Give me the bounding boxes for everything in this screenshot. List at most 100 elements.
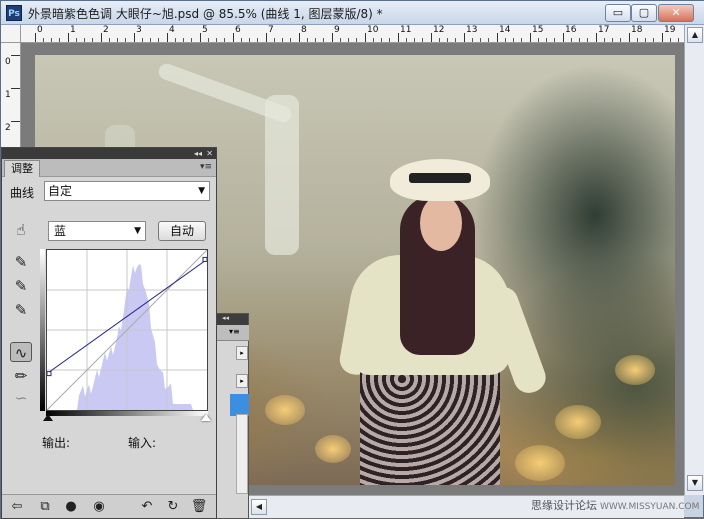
preset-value: 自定 <box>48 184 73 198</box>
channel-dropdown[interactable]: 蓝 ▼ <box>48 221 146 241</box>
layer-option-arrow-icon[interactable]: ▸ <box>236 374 248 388</box>
curve-point-tool-icon[interactable]: ∿ <box>10 342 32 362</box>
document-window: Ps 外景暗紫色色调 大眼仔~旭.psd @ 85.5% (曲线 1, 图层蒙版… <box>0 0 704 519</box>
minimize-button[interactable]: ▭ <box>605 4 631 22</box>
input-label: 输入: <box>128 436 157 450</box>
black-point-eyedropper-icon[interactable]: ✎ <box>10 252 32 272</box>
adjustments-panel[interactable]: ◂◂ ✕ 调整 ▾≡ 曲线 自定 ▼ ☝ ✎ ✎ ✎ ∿ ✏ ∽ 蓝 ▼ 自动 <box>1 147 217 519</box>
white-point-slider[interactable] <box>201 414 211 421</box>
layers-panel-header[interactable]: ◂◂ <box>214 314 248 325</box>
layer-option-arrow-icon[interactable]: ▸ <box>236 346 248 360</box>
flower <box>265 395 305 425</box>
chevron-down-icon: ▼ <box>198 186 205 196</box>
back-arrow-icon[interactable]: ⇦ <box>8 498 26 516</box>
delete-trash-icon[interactable]: 🗑 <box>190 498 208 516</box>
close-button[interactable]: ✕ <box>658 4 694 22</box>
curves-graph-svg[interactable] <box>46 249 208 411</box>
scroll-left-icon[interactable]: ◀ <box>251 499 267 515</box>
collapse-icon[interactable]: ◂◂ <box>222 314 229 322</box>
ruler-label: 3 <box>136 25 142 35</box>
ruler-label: 14 <box>499 25 511 35</box>
adjustments-panel-header[interactable]: ◂◂ ✕ <box>2 148 216 159</box>
gray-point-eyedropper-icon[interactable]: ✎ <box>10 276 32 296</box>
hat-band <box>409 173 471 183</box>
scroll-up-icon[interactable]: ▲ <box>687 27 703 43</box>
ruler-tick <box>200 33 201 42</box>
expand-view-icon[interactable]: ⧉ <box>36 498 54 516</box>
on-image-adjust-hand-icon[interactable]: ☝ <box>10 220 32 240</box>
curve-point[interactable] <box>46 371 52 377</box>
black-point-slider[interactable] <box>43 414 53 421</box>
ruler-label: 12 <box>433 25 445 35</box>
ruler-label: 11 <box>400 25 412 35</box>
smooth-curve-icon[interactable]: ∽ <box>10 388 32 408</box>
watermark-text: 思缘设计论坛 <box>531 499 597 512</box>
adjustments-tabbar: 调整 ▾≡ <box>2 159 216 177</box>
layers-panel[interactable]: ◂◂ ▾≡ ▸ ▸ <box>213 313 249 519</box>
flower <box>555 405 601 439</box>
ruler-label: 2 <box>103 25 109 35</box>
person-face <box>420 195 462 251</box>
preset-dropdown[interactable]: 自定 ▼ <box>44 181 210 201</box>
ruler-tick <box>266 33 267 42</box>
panel-menu-icon[interactable]: ▾≡ <box>200 162 212 172</box>
restore-button[interactable]: ▢ <box>631 4 657 22</box>
ruler-label: 13 <box>466 25 478 35</box>
white-point-eyedropper-icon[interactable]: ✎ <box>10 300 32 320</box>
layers-scrollbar[interactable] <box>236 414 248 494</box>
ruler-origin[interactable] <box>1 25 21 43</box>
ruler-label: 1 <box>5 90 11 100</box>
previous-state-icon[interactable]: ↶ <box>138 498 156 516</box>
ruler-tick <box>233 33 234 42</box>
ruler-tick <box>431 33 432 42</box>
ruler-label: 4 <box>169 25 175 35</box>
flower <box>315 435 351 463</box>
visibility-eye-icon[interactable]: ◉ <box>90 498 108 516</box>
tab-adjustments[interactable]: 调整 <box>4 160 40 177</box>
curve-point[interactable] <box>202 256 208 262</box>
ruler-label: 19 <box>664 25 676 35</box>
channel-value: 蓝 <box>54 224 67 238</box>
layers-panel-tabbar: ▾≡ <box>214 325 249 341</box>
ruler-tick <box>332 33 333 42</box>
ruler-tick <box>563 33 564 42</box>
ruler-label: 7 <box>268 25 274 35</box>
output-label: 输出: <box>42 436 71 450</box>
close-icon[interactable]: ✕ <box>206 148 213 159</box>
flower <box>515 445 565 481</box>
ruler-tick <box>35 33 36 42</box>
ruler-label: 15 <box>532 25 544 35</box>
title-bar[interactable]: Ps 外景暗紫色色调 大眼仔~旭.psd @ 85.5% (曲线 1, 图层蒙版… <box>1 1 704 25</box>
curves-graph[interactable] <box>46 249 208 411</box>
ruler-tick <box>11 121 20 122</box>
ruler-label: 2 <box>5 123 11 133</box>
ruler-label: 0 <box>37 25 43 35</box>
photoshop-logo-icon: Ps <box>6 5 22 21</box>
ruler-tick <box>662 33 663 42</box>
selected-layer-row[interactable] <box>230 394 249 416</box>
ruler-label: 10 <box>367 25 379 35</box>
vertical-scrollbar[interactable]: ▲ ▼ <box>684 25 704 495</box>
ruler-tick <box>629 33 630 42</box>
scroll-down-icon[interactable]: ▼ <box>687 475 703 491</box>
ruler-label: 6 <box>235 25 241 35</box>
ruler-tick <box>299 33 300 42</box>
collapse-icon[interactable]: ◂◂ <box>194 148 202 159</box>
clip-to-layer-icon[interactable]: ● <box>62 498 80 516</box>
panel-menu-icon[interactable]: ▾≡ <box>229 327 240 336</box>
ruler-tick <box>11 88 20 89</box>
wind-turbine-blade <box>156 61 294 125</box>
ruler-tick <box>596 33 597 42</box>
ruler-tick <box>497 33 498 42</box>
horizontal-ruler[interactable]: 0 1 2 3 4 5 6 7 8 9 10 11 12 13 14 15 16 17 18 19 <box>21 25 684 43</box>
reset-icon[interactable]: ↻ <box>164 498 182 516</box>
adjustments-bottom-toolbar: ⇦ ⧉ ● ◉ ↶ ↻ 🗑 <box>2 494 216 518</box>
watermark-site: WWW.MISSYUAN.COM <box>600 502 700 512</box>
ruler-tick <box>101 33 102 42</box>
ruler-tick <box>167 33 168 42</box>
output-gradient-bar <box>40 249 45 411</box>
document-title: 外景暗紫色色调 大眼仔~旭.psd @ 85.5% (曲线 1, 图层蒙版/8)… <box>28 7 383 21</box>
pencil-draw-icon[interactable]: ✏ <box>10 366 32 386</box>
ruler-tick <box>530 33 531 42</box>
auto-button[interactable]: 自动 <box>158 221 206 241</box>
